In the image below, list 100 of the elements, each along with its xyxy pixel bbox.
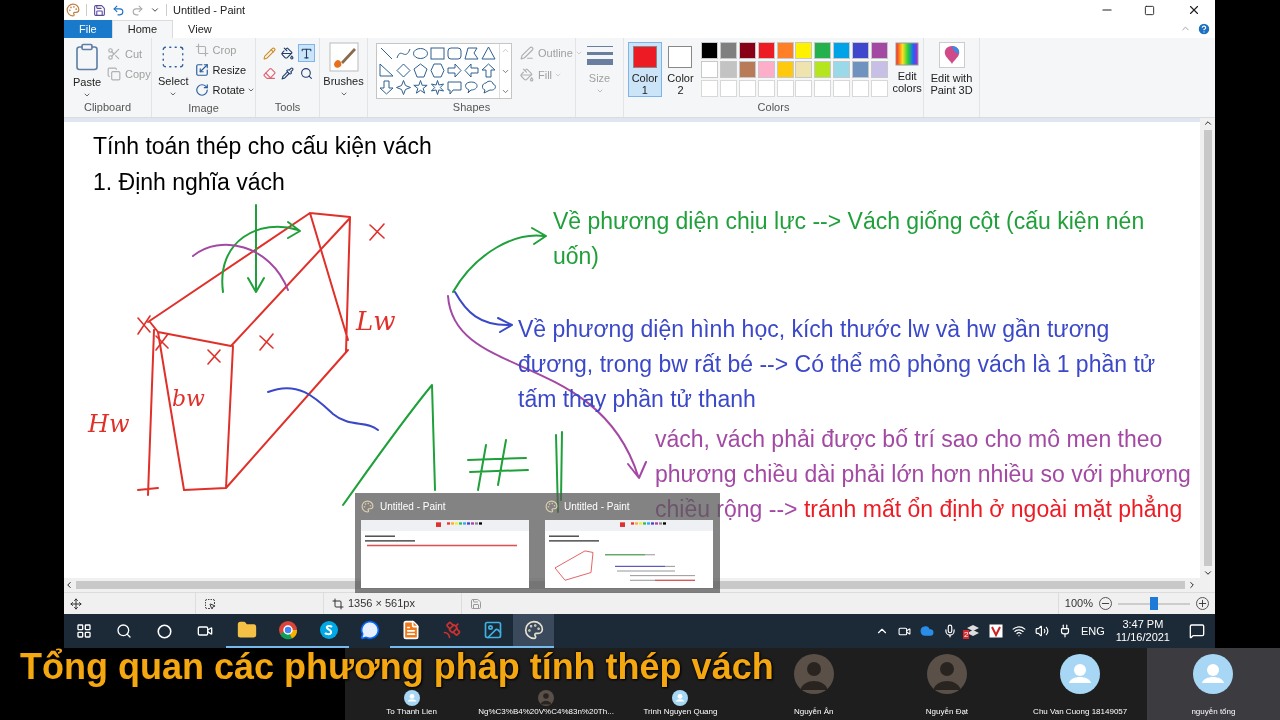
avatar-icon — [670, 690, 691, 706]
zoom-slider-thumb[interactable] — [1150, 596, 1158, 610]
file-size-icon — [470, 597, 482, 610]
outline-icon — [520, 46, 534, 60]
palette-swatch[interactable] — [757, 61, 775, 78]
app-icon — [361, 500, 374, 513]
palette-swatch[interactable] — [776, 42, 794, 59]
scroll-right-icon[interactable] — [1187, 580, 1197, 590]
dropbox-icon[interactable] — [965, 624, 980, 638]
palette-swatch[interactable] — [738, 42, 756, 59]
shapes-gallery-drawing[interactable] — [377, 44, 499, 98]
palette-swatch[interactable] — [701, 42, 719, 59]
palette-swatch[interactable] — [870, 61, 888, 78]
canvas-text: Về phương diện chịu lực --> Vách giống cột (cấu kiện nén uốn) — [553, 207, 1146, 271]
ribbon-tab[interactable]: Home — [111, 20, 174, 38]
customize-icon[interactable] — [150, 5, 160, 15]
caret-icon — [247, 86, 255, 94]
search-icon[interactable] — [116, 623, 132, 639]
scroll-up-icon[interactable] — [1202, 118, 1213, 128]
resize-button[interactable]: Resize — [192, 60, 255, 80]
palette-swatch[interactable] — [851, 42, 869, 59]
microphone-icon[interactable] — [942, 624, 957, 638]
edit-colors-button[interactable]: Edit colors — [891, 42, 923, 99]
avatar-icon — [401, 690, 422, 706]
scroll-left-icon[interactable] — [64, 580, 74, 590]
satellite-icon — [441, 620, 462, 640]
language-indicator[interactable]: ENG — [1080, 622, 1105, 640]
brush-icon — [328, 42, 359, 72]
caret-icon — [574, 49, 583, 57]
cortana-icon[interactable] — [156, 623, 172, 639]
resize-icon — [194, 63, 209, 77]
palette-swatch[interactable] — [738, 61, 756, 78]
palette-swatch[interactable] — [720, 61, 738, 78]
select-button[interactable]: Select — [158, 44, 189, 98]
scroll-down-icon[interactable] — [1202, 568, 1213, 578]
tool-button[interactable] — [297, 44, 315, 62]
save-icon[interactable] — [93, 3, 106, 17]
help-icon[interactable] — [1197, 22, 1211, 36]
sketch-label: Hw — [88, 410, 130, 438]
line-width-icon — [585, 44, 614, 66]
clock[interactable]: 3:47 PM 11/16/2021 — [1113, 618, 1172, 644]
notifications-icon[interactable] — [1189, 623, 1205, 639]
paint-3d-button[interactable]: Edit with Paint 3D — [924, 42, 979, 96]
folder-icon — [236, 620, 257, 640]
undo-icon[interactable] — [112, 3, 125, 17]
palette-swatch[interactable] — [795, 42, 813, 59]
color-slot-button[interactable]: Color 1 — [628, 42, 662, 97]
palette-swatch[interactable] — [701, 61, 719, 78]
participant-name: nguyễn tổng — [1191, 706, 1236, 718]
browser-icon — [277, 620, 298, 640]
network-icon[interactable] — [1011, 624, 1026, 638]
ribbon-tab[interactable]: View — [173, 20, 227, 38]
canvas-size-text: 1356 × 561px — [348, 596, 415, 612]
palette-swatch[interactable] — [720, 42, 738, 59]
palette-swatch[interactable] — [851, 61, 869, 78]
selection-size-icon — [204, 597, 216, 610]
copy-icon — [107, 67, 121, 81]
palette-swatch[interactable] — [832, 61, 850, 78]
restore-button[interactable] — [1144, 4, 1155, 16]
ribbon-tab[interactable]: File — [64, 20, 112, 38]
palette-swatch[interactable] — [832, 42, 850, 59]
palette-swatch[interactable] — [795, 61, 813, 78]
window-title: Untitled - Paint — [173, 2, 246, 18]
vertical-scrollbar-thumb[interactable] — [1203, 130, 1212, 566]
group-label: Tools — [274, 100, 301, 113]
palette-swatch[interactable] — [776, 61, 794, 78]
eraser-icon — [263, 66, 276, 80]
palette-swatch[interactable] — [814, 42, 832, 59]
volume-icon[interactable] — [1034, 624, 1049, 638]
magnifier-icon — [299, 66, 313, 80]
windows-start-icon[interactable] — [76, 623, 92, 639]
app-icon — [66, 3, 80, 17]
paint-bucket-icon — [281, 46, 295, 60]
tool-button[interactable] — [279, 64, 297, 82]
app-tray-icon[interactable] — [988, 624, 1003, 638]
paste-button[interactable]: Paste — [72, 42, 102, 99]
notification-badge: 2 — [962, 630, 970, 639]
palette-swatch[interactable] — [870, 42, 888, 59]
chat-icon — [359, 620, 380, 640]
thumbnail-title: Untitled - Paint — [380, 500, 446, 514]
crop-icon — [194, 43, 209, 57]
task-view-icon[interactable] — [197, 623, 213, 639]
sketch-label: Lw — [356, 306, 396, 336]
palette-swatch[interactable] — [814, 61, 832, 78]
group-label: Clipboard — [83, 100, 132, 113]
caption-overlay: Tổng quan các phương pháp tính thép vách — [20, 649, 774, 685]
zoom-in-button[interactable] — [1196, 597, 1209, 610]
color-picker-icon — [281, 66, 295, 80]
expand-icon[interactable] — [501, 87, 510, 96]
rotate-button[interactable]: Rotate — [192, 80, 247, 100]
fill-icon — [520, 68, 534, 82]
group-label: Image — [188, 102, 219, 114]
thumbnail-title: Untitled - Paint — [564, 500, 630, 514]
cloud-icon[interactable] — [919, 624, 934, 638]
close-button[interactable] — [1187, 3, 1201, 17]
taskbar-app-button[interactable] — [513, 614, 554, 648]
color-slot-button[interactable]: Color 2 — [663, 42, 698, 97]
palette-swatch[interactable] — [757, 42, 775, 59]
brushes-button[interactable]: Brushes — [320, 38, 367, 98]
participant-name: Trinh Nguyen Quang — [643, 706, 718, 718]
